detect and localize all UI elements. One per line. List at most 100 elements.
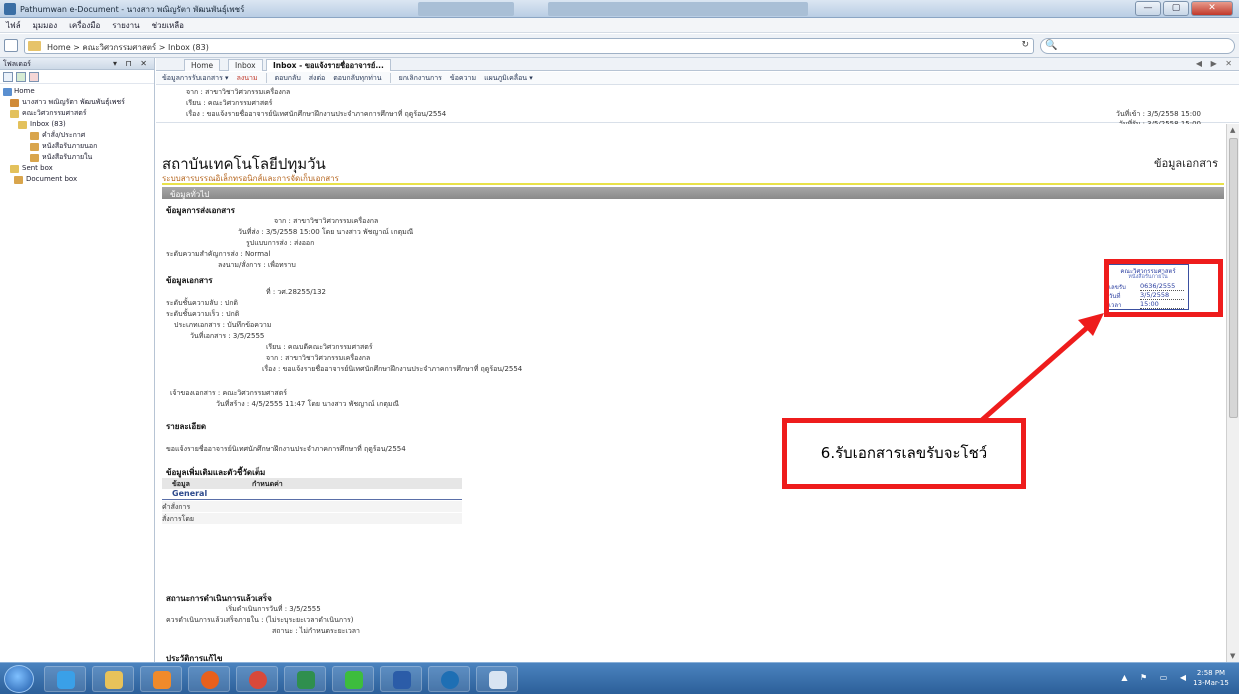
send-info-title: ข้อมูลการส่งเอกสาร — [166, 206, 235, 215]
folder-icon — [30, 143, 39, 151]
document-tabs: Home Inbox Inbox - ขอแจ้งรายชื่ออาจารย์.… — [156, 58, 1239, 71]
document-section-title: ข้อมูลเอกสาร — [166, 276, 213, 285]
tab-inbox[interactable]: Inbox — [228, 59, 263, 71]
document-view: สถาบันเทคโนโลยีปทุมวัน ระบบสารบรรณอิเล็ก… — [156, 124, 1226, 662]
message-header: จาก : สาขาวิชาวิศวกรรมเครื่องกล เรียน : … — [156, 85, 1239, 128]
explorer-icon[interactable] — [92, 666, 134, 692]
menu-bar: ไฟล์ มุมมอง เครื่องมือ รายงาน ช่วยเหลือ — [0, 18, 1239, 33]
tab-home[interactable]: Home — [184, 59, 221, 71]
print-icon[interactable] — [4, 39, 18, 52]
address-field[interactable]: Home > คณะวิศวกรรมศาสตร์ > Inbox (83) ↻ — [24, 38, 1034, 54]
tree-item-inbox[interactable]: Inbox (83) — [0, 119, 154, 130]
document-info-title: ข้อมูลเอกสาร — [1154, 157, 1218, 170]
general-section-bar: ข้อมูลทั่วไป — [162, 187, 1224, 199]
start-button[interactable] — [4, 665, 34, 693]
search-icon: 🔍 — [1045, 40, 1058, 51]
tree-item-home[interactable]: Home — [0, 86, 154, 97]
tree-item-orders[interactable]: คำสั่ง/ประกาศ — [0, 130, 154, 141]
delete-folder-icon[interactable] — [29, 72, 39, 82]
scroll-up-icon[interactable]: ▲ — [1230, 126, 1235, 134]
message-toolbar: ข้อมูลการรับเอกสาร ▾ ลงนาม ตอบกลับ ส่งต่… — [156, 72, 1239, 85]
system-tray[interactable]: ▲ ⚑ ▭ ◀ — [1121, 673, 1191, 682]
vertical-scrollbar[interactable]: ▲ ▼ — [1226, 124, 1239, 662]
doc-to: เรียน : คณบดีคณะวิศวกรรมศาสตร์ — [266, 343, 373, 351]
maximize-button[interactable]: ▢ — [1163, 1, 1189, 16]
send-priority: ระดับความสำคัญการส่ง : Normal — [166, 250, 271, 258]
doc-secrecy: ระดับชั้นความลับ : ปกติ — [166, 299, 238, 307]
clock-time: 2:58 PM — [1196, 669, 1226, 677]
clock[interactable]: 2:58 PM 13-Mar-15 — [1191, 668, 1231, 688]
doc-date: วันที่เอกสาร : 3/5/2555 — [190, 332, 265, 340]
menu-help[interactable]: ช่วยเหลือ — [152, 19, 184, 32]
chrome-icon[interactable] — [236, 666, 278, 692]
status-link[interactable]: สถานะ : ไม่กำหนดระยะเวลา — [272, 626, 360, 637]
tree-item-external[interactable]: หนังสือรับภายนอก — [0, 141, 154, 152]
menu-file[interactable]: ไฟล์ — [6, 19, 21, 32]
tree-item-sentbox[interactable]: Sent box — [0, 163, 154, 174]
doc-from: จาก : สาขาวิชาวิศวกรรมเครื่องกล — [266, 354, 371, 362]
annotation-text: 6.รับเอกสารเลขรับจะโชว์ — [820, 444, 988, 462]
add-folder-icon[interactable] — [16, 72, 26, 82]
extra-info-table: ข้อมูล กำหนดค่า General คำสั่งการ สั่งกา… — [162, 478, 462, 524]
toolbar-cancel[interactable]: ยกเลิกงานการ — [399, 73, 442, 84]
annotation-callout: 6.รับเอกสารเลขรับจะโชว์ — [782, 418, 1026, 489]
message-subject: เรื่อง : ขอแจ้งรายชื่ออาจารย์นิเทศนักศึก… — [186, 110, 447, 118]
header-divider — [162, 183, 1224, 185]
refresh-icon[interactable]: ↻ — [1021, 40, 1029, 50]
excel-icon[interactable] — [284, 666, 326, 692]
folder-panel: โฟลเดอร์ ▾ ⊓ ✕ Home นางสาว พณิญรัตา พัฒน… — [0, 58, 155, 662]
ie-icon[interactable] — [44, 666, 86, 692]
tree-item-internal[interactable]: หนังสือรับภายใน — [0, 152, 154, 163]
line-icon[interactable] — [332, 666, 374, 692]
toolbar-separator — [389, 73, 391, 83]
media-icon[interactable] — [140, 666, 182, 692]
user-icon — [10, 99, 19, 107]
minimize-button[interactable]: — — [1135, 1, 1161, 16]
toolbar-message[interactable]: ข้อความ — [450, 73, 476, 84]
annotation-highlight-box — [1104, 259, 1223, 317]
menu-report[interactable]: รายงาน — [112, 19, 139, 32]
folder-icon — [30, 132, 39, 140]
menu-tools[interactable]: เครื่องมือ — [69, 19, 100, 32]
general-section-label: ข้อมูลทั่วไป — [170, 190, 210, 199]
hp-icon[interactable] — [428, 666, 470, 692]
detail-title: รายละเอียด — [166, 422, 207, 431]
toolbar-receive-info[interactable]: ข้อมูลการรับเอกสาร ▾ — [162, 73, 229, 84]
message-from: จาก : สาขาวิชาวิศวกรรมเครื่องกล — [186, 88, 291, 96]
detail-text: ขอแจ้งรายชื่ออาจารย์นิเทศนักศึกษาฝึกงานป… — [166, 445, 406, 453]
scroll-thumb[interactable] — [1229, 138, 1238, 418]
toolbar-reply-all[interactable]: ตอบกลับทุกท่าน — [333, 73, 381, 84]
folder-toolbar — [0, 70, 154, 84]
panel-controls[interactable]: ▾ ⊓ ✕ — [113, 59, 150, 68]
close-button[interactable]: ✕ — [1191, 1, 1233, 16]
clock-date: 13-Mar-15 — [1193, 679, 1229, 687]
status-deadline: ควรดำเนินการแล้วเสร็จภายใน : (ไม่ระบุระย… — [166, 616, 354, 624]
extra-group-general: General — [162, 489, 462, 500]
tab-message[interactable]: Inbox - ขอแจ้งรายชื่ออาจารย์... — [266, 59, 391, 71]
home-icon — [3, 88, 12, 96]
scroll-down-icon[interactable]: ▼ — [1230, 652, 1235, 660]
search-input[interactable]: 🔍 — [1040, 38, 1235, 54]
tree-item-user[interactable]: นางสาว พณิญรัตา พัฒนพันธุ์เพชร์ — [0, 97, 154, 108]
menu-view[interactable]: มุมมอง — [33, 19, 58, 32]
word-icon[interactable] — [380, 666, 422, 692]
taskbar: ▲ ⚑ ▭ ◀ 2:58 PM 13-Mar-15 — [0, 662, 1239, 694]
address-bar: Home > คณะวิศวกรรมศาสตร์ > Inbox (83) ↻ … — [0, 34, 1239, 58]
tab-scroll-arrows[interactable]: ◀ ▶ ✕ — [1196, 59, 1235, 68]
folder-icon — [28, 41, 41, 51]
owner: เจ้าของเอกสาร : คณะวิศวกรรมศาสตร์ — [170, 389, 288, 397]
toolbar-sign[interactable]: ลงนาม — [237, 73, 258, 84]
document-icon — [14, 176, 23, 184]
app-icon — [4, 3, 16, 15]
firefox-icon[interactable] — [188, 666, 230, 692]
refresh-folder-icon[interactable] — [3, 72, 13, 82]
doc-type: ประเภทเอกสาร : บันทึกข้อความ — [174, 321, 272, 329]
tree-item-faculty[interactable]: คณะวิศวกรรมศาสตร์ — [0, 108, 154, 119]
app-icon[interactable] — [476, 666, 518, 692]
table-row: สั่งการโดย — [162, 513, 462, 524]
tree-item-documentbox[interactable]: Document box — [0, 174, 154, 185]
toolbar-flow[interactable]: แผนภูมิเคลื่อน ▾ — [484, 73, 533, 84]
history-title: ประวัติการแก้ไข — [166, 654, 223, 662]
toolbar-reply[interactable]: ตอบกลับ — [275, 73, 301, 84]
toolbar-forward[interactable]: ส่งต่อ — [309, 73, 325, 84]
